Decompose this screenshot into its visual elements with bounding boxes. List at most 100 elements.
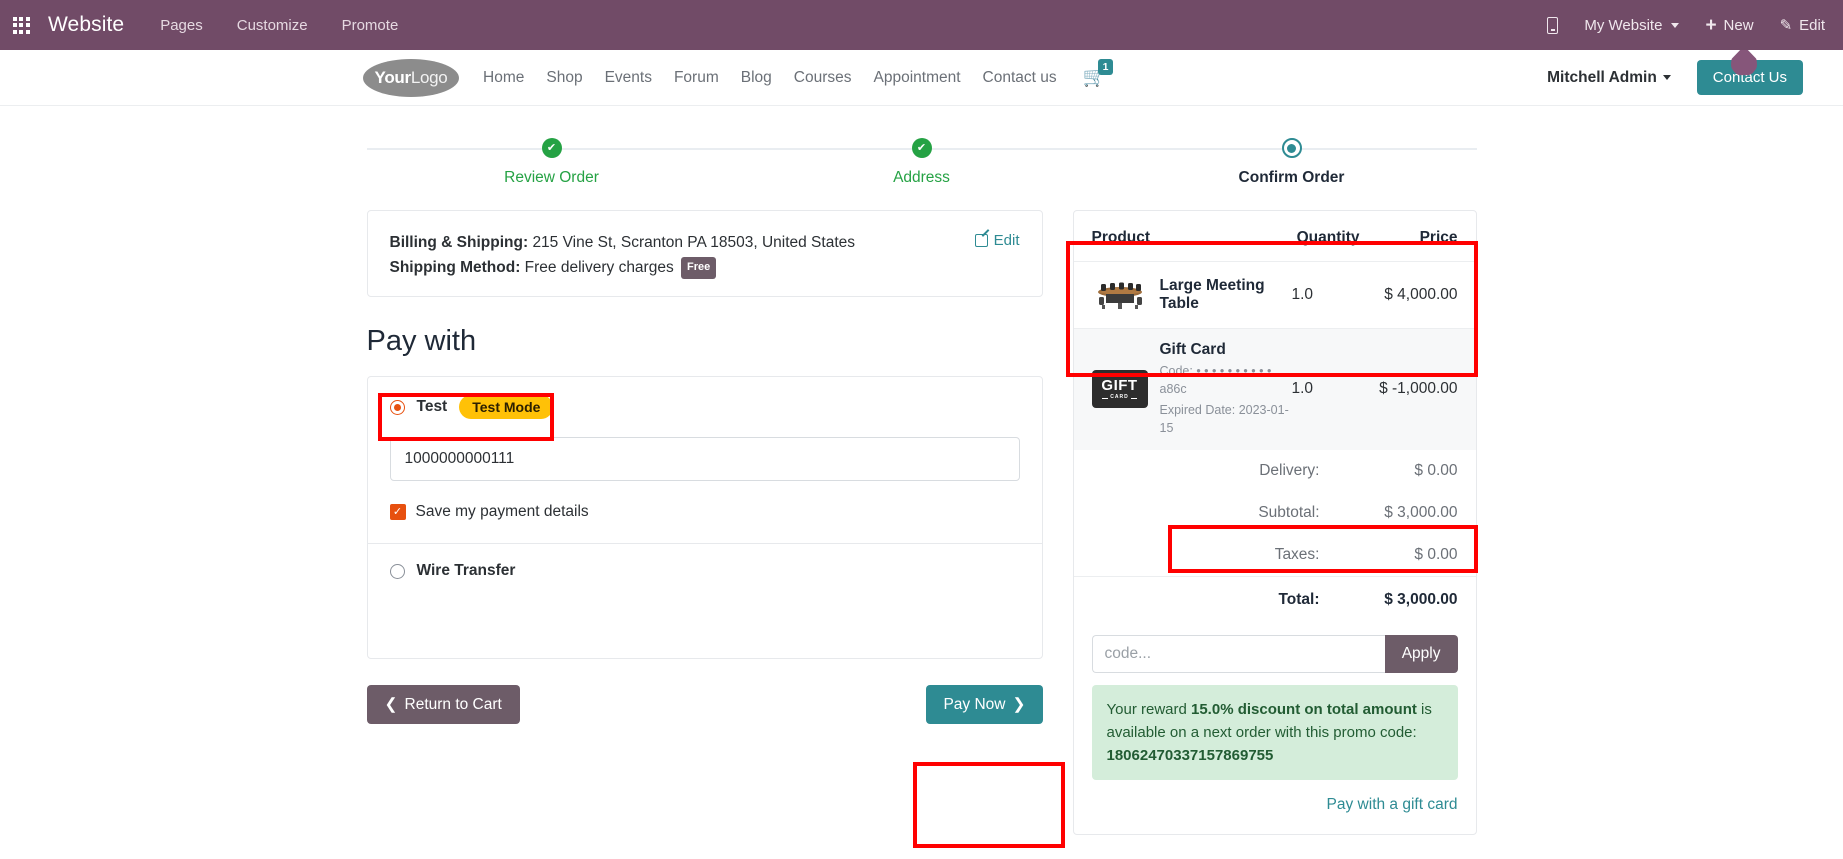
reward-prefix: Your reward bbox=[1106, 700, 1191, 718]
billing-shipping-row: Billing & Shipping: 215 Vine St, Scranto… bbox=[390, 230, 1020, 255]
cart-button[interactable]: 🛒 1 bbox=[1083, 59, 1114, 87]
total-value: $ 3,000.00 bbox=[1384, 503, 1458, 521]
return-to-cart-button[interactable]: ❮ Return to Cart bbox=[366, 685, 520, 725]
payment-method-test[interactable]: Test Test Mode bbox=[368, 377, 1042, 437]
cart-count-badge: 1 bbox=[1097, 59, 1114, 76]
logo-text-your: Your bbox=[374, 67, 412, 87]
new-button[interactable]: + New bbox=[1705, 16, 1753, 35]
order-summary-header: Product Quantity Price bbox=[1074, 211, 1476, 261]
wizard-step-label: Address bbox=[893, 169, 950, 186]
apps-grid-icon[interactable] bbox=[0, 0, 42, 50]
apply-promo-button[interactable]: Apply bbox=[1384, 634, 1458, 673]
wizard-step-label: Confirm Order bbox=[1238, 169, 1345, 186]
payment-methods-card: Test Test Mode ✓ Save my payment details… bbox=[366, 376, 1043, 660]
nav-item-events[interactable]: Events bbox=[605, 69, 652, 87]
payment-method-wire-transfer[interactable]: Wire Transfer bbox=[367, 543, 1042, 598]
shipping-method-row: Shipping Method: Free delivery charges F… bbox=[390, 255, 1020, 280]
order-line-price: $ -1,000.00 bbox=[1379, 380, 1458, 398]
website-selector-label: My Website bbox=[1584, 16, 1663, 34]
wizard-step-label: Review Order bbox=[504, 169, 599, 186]
pencil-icon: ✎ bbox=[1779, 17, 1793, 34]
edit-address-label: Edit bbox=[993, 232, 1020, 249]
payment-method-wire-body bbox=[368, 598, 1042, 658]
total-row-taxes: Taxes: $ 0.00 bbox=[1074, 534, 1476, 576]
total-label: Taxes: bbox=[1274, 545, 1320, 563]
promo-code-section: Apply Your reward 15.0% discount on tota… bbox=[1074, 623, 1476, 781]
order-line-price: $ 4,000.00 bbox=[1384, 286, 1458, 303]
mobile-preview-icon bbox=[1547, 16, 1559, 34]
reward-promo-code: 18062470337157869755 bbox=[1106, 747, 1274, 764]
nav-item-forum[interactable]: Forum bbox=[674, 69, 719, 87]
radio-selected-icon[interactable] bbox=[389, 399, 405, 415]
order-line-quantity: 1.0 bbox=[1291, 286, 1314, 303]
order-line-info: Gift Card Code: • • • • • • • • • • a86c… bbox=[1160, 341, 1292, 438]
checkout-page: ✔ Review Order ✔ Address Confirm Order B… bbox=[0, 106, 1843, 836]
total-row-grand-total: Total: $ 3,000.00 bbox=[1073, 575, 1476, 623]
edit-pencil-icon bbox=[974, 234, 988, 247]
reward-highlight: 15.0% discount on total amount bbox=[1191, 700, 1417, 718]
order-line-info: Large Meeting Table bbox=[1160, 277, 1292, 313]
chevron-down-icon bbox=[1671, 22, 1680, 28]
meeting-table-photo-icon bbox=[1092, 274, 1148, 316]
nav-item-blog[interactable]: Blog bbox=[741, 69, 772, 87]
menu-item-promote[interactable]: Promote bbox=[342, 17, 399, 34]
order-line-product-name: Gift Card bbox=[1159, 341, 1226, 358]
website-selector[interactable]: My Website bbox=[1584, 16, 1680, 34]
promo-code-input[interactable] bbox=[1091, 634, 1385, 673]
billing-shipping-value: 215 Vine St, Scranton PA 18503, United S… bbox=[532, 234, 856, 251]
checkbox-checked-icon[interactable]: ✓ bbox=[389, 504, 406, 521]
pay-now-button[interactable]: Pay Now ❯ bbox=[926, 685, 1043, 725]
grand-total-value: $ 3,000.00 bbox=[1384, 590, 1458, 608]
wizard-step-confirm-order[interactable]: Confirm Order bbox=[1107, 130, 1477, 187]
user-menu-label: Mitchell Admin bbox=[1547, 68, 1657, 86]
mobile-preview-button[interactable] bbox=[1547, 16, 1559, 34]
menu-item-pages[interactable]: Pages bbox=[160, 17, 203, 34]
payment-method-test-body: ✓ Save my payment details bbox=[368, 437, 1042, 543]
pay-with-gift-card-link[interactable]: Pay with a gift card bbox=[1327, 796, 1458, 813]
chevron-left-icon: ❮ bbox=[384, 696, 398, 714]
order-line-gift-card: GIFT CARD Gift Card Code: • • • • • • • … bbox=[1073, 328, 1476, 450]
order-line-gift-expiry: Expired Date: 2023-01-15 bbox=[1159, 403, 1289, 436]
radio-unselected-icon[interactable] bbox=[389, 563, 405, 579]
edit-button[interactable]: ✎ Edit bbox=[1779, 16, 1825, 35]
total-label: Delivery: bbox=[1259, 461, 1320, 479]
new-button-label: New bbox=[1723, 16, 1754, 34]
save-payment-details-row[interactable]: ✓ Save my payment details bbox=[389, 503, 1020, 543]
wizard-step-address[interactable]: ✔ Address bbox=[737, 130, 1107, 187]
order-line-quantity: 1.0 bbox=[1291, 380, 1314, 398]
nav-item-contact-us[interactable]: Contact us bbox=[983, 69, 1057, 87]
shipping-method-label: Shipping Method: bbox=[389, 259, 521, 277]
edit-button-label: Edit bbox=[1799, 16, 1825, 34]
payment-method-test-label: Test bbox=[416, 398, 448, 416]
payment-method-wire-transfer-label: Wire Transfer bbox=[416, 562, 516, 580]
nav-item-appointment[interactable]: Appointment bbox=[874, 69, 961, 87]
user-menu[interactable]: Mitchell Admin bbox=[1547, 69, 1671, 87]
nav-item-home[interactable]: Home bbox=[483, 69, 524, 87]
grand-total-label: Total: bbox=[1278, 590, 1320, 608]
checkout-left-column: Billing & Shipping: 215 Vine St, Scranto… bbox=[366, 210, 1043, 725]
nav-item-shop[interactable]: Shop bbox=[546, 69, 582, 87]
column-header-price: Price bbox=[1419, 229, 1458, 246]
site-logo[interactable]: Your Logo bbox=[363, 58, 459, 97]
edit-address-link[interactable]: Edit bbox=[974, 232, 1020, 249]
checkout-wizard: ✔ Review Order ✔ Address Confirm Order bbox=[366, 130, 1477, 202]
chevron-down-icon bbox=[1662, 75, 1671, 80]
total-row-subtotal: Subtotal: $ 3,000.00 bbox=[1074, 492, 1476, 534]
gift-card-link-row: Pay with a gift card bbox=[1074, 780, 1476, 834]
app-name: Website bbox=[48, 13, 125, 36]
free-shipping-badge: Free bbox=[681, 257, 717, 279]
nav-item-courses[interactable]: Courses bbox=[794, 69, 852, 87]
return-to-cart-label: Return to Cart bbox=[404, 695, 502, 713]
order-summary-card: Product Quantity Price Large Meeting Tab… bbox=[1072, 210, 1477, 836]
website-header: Your Logo Home Shop Events Forum Blog Cou… bbox=[0, 50, 1843, 106]
chevron-right-icon: ❯ bbox=[1012, 696, 1026, 714]
menu-item-customize[interactable]: Customize bbox=[237, 17, 308, 34]
order-line-large-meeting-table: Large Meeting Table 1.0 $ 4,000.00 bbox=[1073, 261, 1476, 328]
billing-shipping-label: Billing & Shipping: bbox=[389, 234, 529, 251]
reward-message: Your reward 15.0% discount on total amou… bbox=[1091, 684, 1458, 781]
gift-card-image-icon: GIFT CARD bbox=[1091, 368, 1148, 410]
total-row-delivery: Delivery: $ 0.00 bbox=[1074, 450, 1476, 492]
odoo-topbar-right: My Website + New ✎ Edit bbox=[1547, 16, 1825, 35]
card-number-input[interactable] bbox=[389, 437, 1020, 482]
wizard-step-review-order[interactable]: ✔ Review Order bbox=[367, 130, 737, 187]
